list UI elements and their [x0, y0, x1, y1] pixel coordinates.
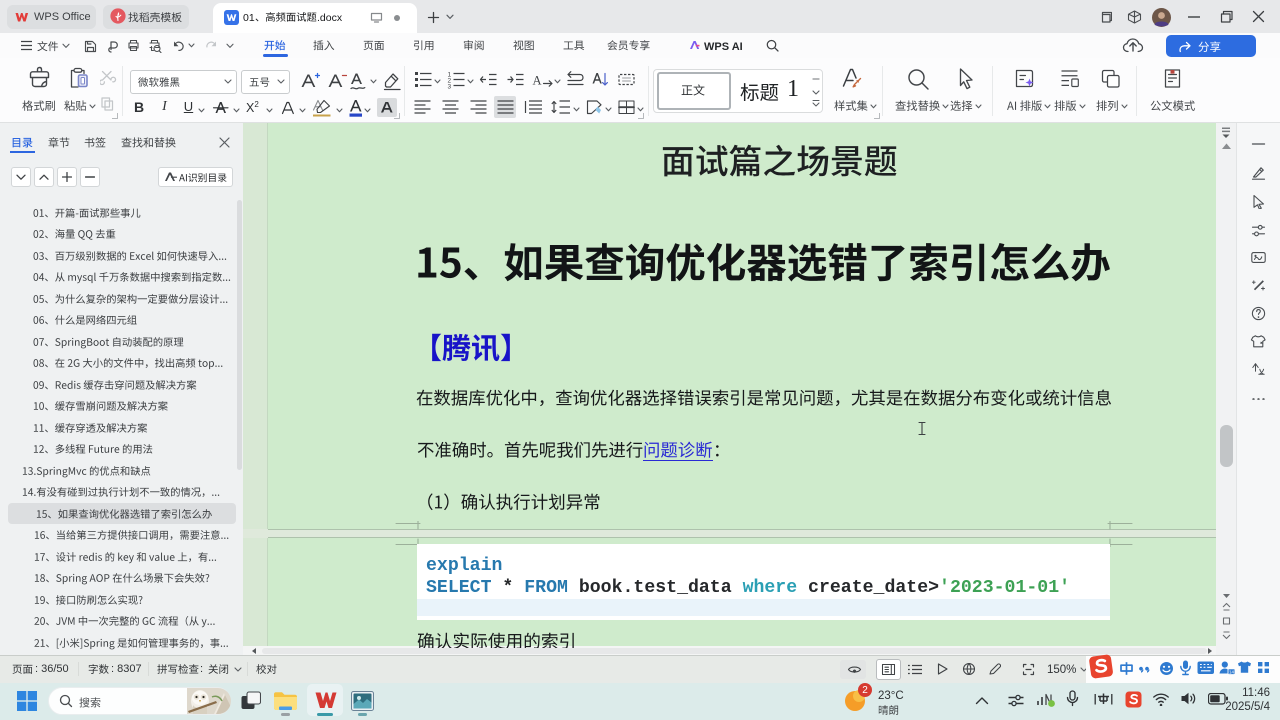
svg-text:3: 3 [448, 84, 452, 91]
svg-text:A: A [533, 74, 542, 88]
svg-text:14: 14 [1229, 670, 1234, 675]
